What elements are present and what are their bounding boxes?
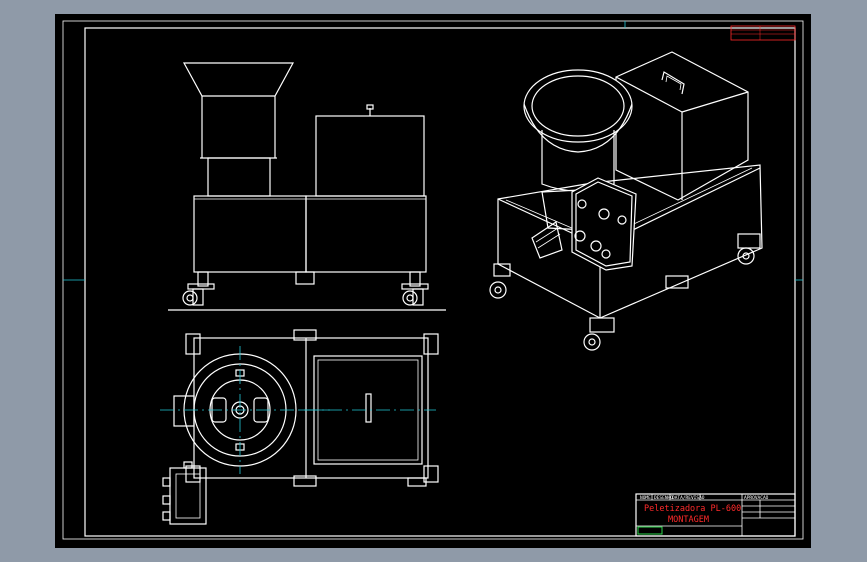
drawing-title: Peletizadora PL-600 [644,504,741,514]
drawing-subtitle: MONTAGEM [668,515,709,525]
title-block-header-date: DATA/REVISAO [672,495,705,501]
cad-drawing-window: NOME DESENHO DATA/REVISAO APROVACAO Pele… [0,0,867,562]
title-block-header-drawing: DESENHO [654,495,673,501]
drawing-sheet [55,14,811,548]
title-block-header-approval: APROVACAO [744,495,769,501]
drawing-canvas: NOME DESENHO DATA/REVISAO APROVACAO Pele… [55,14,811,548]
title-block-header-name: NOME [640,495,651,501]
